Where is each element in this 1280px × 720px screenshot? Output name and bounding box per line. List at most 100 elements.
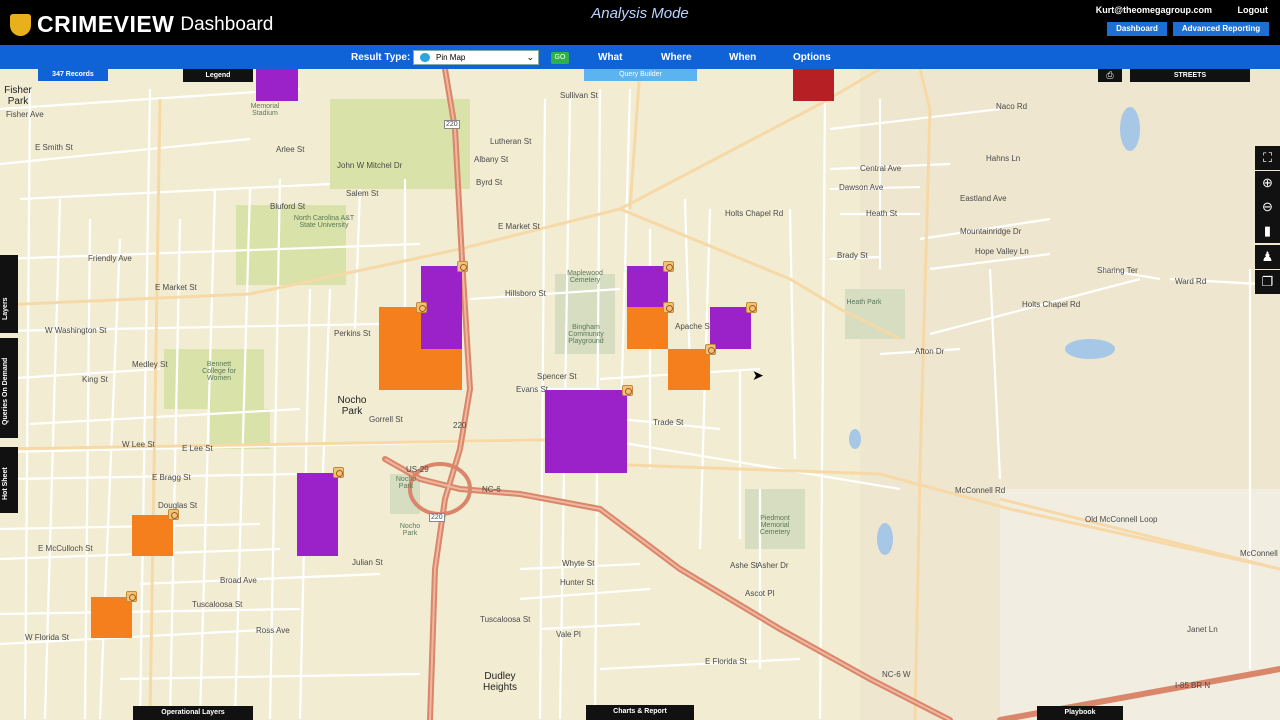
incident-icon[interactable] — [705, 344, 716, 355]
street-label: King St — [82, 375, 108, 384]
incident-cluster[interactable] — [627, 266, 668, 307]
street-label: Holts Chapel Rd — [725, 209, 784, 218]
print-icon[interactable]: ⎙ — [1098, 69, 1122, 82]
street-label: Gorrell St — [369, 415, 403, 424]
zoom-in-icon[interactable]: ⊕ — [1255, 171, 1280, 195]
menu-options[interactable]: Options — [793, 52, 831, 63]
incident-cluster[interactable] — [132, 515, 173, 556]
green-label: Bennett College for Women — [202, 361, 236, 382]
street-label: E Market St — [155, 283, 197, 292]
street-label: Sullivan St — [560, 91, 598, 100]
highway-label: NC-6 — [482, 485, 501, 494]
street-label: John W Mitchel Dr — [337, 161, 403, 170]
incident-icon[interactable] — [663, 302, 674, 313]
street-label: Vale Pl — [556, 630, 581, 639]
green-label: Memorial Stadium — [250, 103, 280, 117]
incident-icon[interactable] — [333, 467, 344, 478]
top-header: CRIMEVIEW Dashboard Analysis Mode Kurt@t… — [0, 0, 1280, 45]
map-canvas[interactable]: Fisher Park Nocho Park Dudley Heights Me… — [0, 69, 1280, 720]
street-label: E McCulloch St — [38, 544, 93, 553]
incident-icon[interactable] — [126, 591, 137, 602]
street-label: Arlee St — [276, 145, 305, 154]
street-label: W Florida St — [25, 633, 70, 642]
incident-icon[interactable] — [622, 385, 633, 396]
menu-where[interactable]: Where — [661, 52, 692, 63]
layers-tab-label: Layers — [2, 297, 9, 320]
incident-cluster[interactable] — [256, 69, 298, 101]
incident-cluster[interactable] — [710, 307, 751, 349]
incident-cluster[interactable] — [793, 69, 834, 101]
hot-sheet-tab[interactable]: Hot Sheet — [0, 447, 18, 513]
street-label: Julian St — [352, 558, 383, 567]
records-count: 347 Records — [38, 69, 108, 81]
incident-icon[interactable] — [457, 261, 468, 272]
green-label: Piedmont Memorial Cemetery — [759, 515, 791, 536]
green-label: North Carolina A&T State University — [293, 215, 355, 229]
green-label: Nocho Park — [399, 523, 421, 537]
advanced-reporting-button[interactable]: Advanced Reporting — [1173, 22, 1269, 36]
person-icon[interactable]: ♟ — [1255, 245, 1280, 269]
incident-cluster[interactable] — [545, 390, 627, 473]
incident-cluster[interactable] — [668, 349, 710, 390]
dashboard-button[interactable]: Dashboard — [1107, 22, 1167, 36]
highway-label: NC-6 W — [882, 670, 911, 679]
incident-cluster[interactable] — [421, 349, 462, 390]
street-label: Old McConnell Loop — [1085, 515, 1158, 524]
street-label: Lutheran St — [490, 137, 532, 146]
incident-icon[interactable] — [416, 302, 427, 313]
street-label: Dawson Ave — [839, 183, 884, 192]
incident-icon[interactable] — [663, 261, 674, 272]
street-label: Hillsboro St — [505, 289, 546, 298]
pin-icon — [420, 53, 430, 62]
dropdown-caret-icon: ⌄ — [526, 52, 534, 62]
query-builder-tab[interactable]: Query Builder — [584, 69, 697, 81]
logout-link[interactable]: Logout — [1238, 5, 1269, 15]
result-type-select[interactable]: Pin Map ⌄ — [413, 50, 539, 65]
map-streets-layer — [0, 69, 1280, 720]
layers-icon[interactable]: ❐ — [1255, 270, 1280, 294]
place-label: Nocho Park — [337, 395, 367, 417]
highway-label: US-29 — [406, 465, 429, 474]
incident-icon[interactable] — [168, 509, 179, 520]
street-label: Evans St — [516, 385, 549, 394]
street-label: Spencer St — [537, 372, 577, 381]
place-label: Fisher Park — [4, 85, 32, 107]
street-label: W Washington St — [45, 326, 107, 335]
street-label: Ward Rd — [1175, 277, 1207, 286]
street-label: Hahns Ln — [986, 154, 1021, 163]
go-button[interactable]: GO — [551, 52, 569, 64]
menu-what[interactable]: What — [598, 52, 622, 63]
incident-cluster[interactable] — [421, 266, 462, 307]
zoom-out-icon[interactable]: ⊖ — [1255, 195, 1280, 219]
street-label: Mountainridge Dr — [960, 227, 1022, 236]
incident-cluster[interactable] — [379, 307, 421, 390]
highway-label: I-85 BR N — [1175, 681, 1211, 690]
street-label: Naco Rd — [996, 102, 1028, 111]
incident-cluster[interactable] — [297, 473, 338, 556]
incident-cluster[interactable] — [91, 597, 132, 638]
street-label: Ashe St — [730, 561, 759, 570]
legend-tab[interactable]: Legend — [183, 69, 253, 82]
fullscreen-icon[interactable]: ⛶ — [1255, 146, 1280, 170]
incident-icon[interactable] — [746, 302, 757, 313]
tool-icon[interactable]: ▮ — [1255, 219, 1280, 243]
incident-cluster[interactable] — [627, 307, 668, 349]
streets-basemap-tab[interactable]: STREETS — [1130, 69, 1250, 82]
street-label: E Florida St — [705, 657, 747, 666]
street-label: E Bragg St — [152, 473, 191, 482]
incident-cluster[interactable] — [421, 307, 462, 349]
street-label: Eastland Ave — [960, 194, 1007, 203]
operational-layers-tab[interactable]: Operational Layers — [133, 706, 253, 720]
layers-tab[interactable]: Layers — [0, 255, 18, 333]
green-label: Nocho Park — [395, 476, 417, 490]
menu-when[interactable]: When — [729, 52, 756, 63]
street-label: McConnell Rd — [955, 486, 1006, 495]
street-label: Sharing Ter — [1097, 266, 1138, 275]
street-label: Trade St — [653, 418, 684, 427]
street-label: Ross Ave — [256, 626, 290, 635]
street-label: Fisher Ave — [6, 110, 44, 119]
playbook-tab[interactable]: Playbook — [1037, 706, 1123, 720]
street-label: Asher Dr — [757, 561, 789, 570]
charts-report-tab[interactable]: Charts & Report — [586, 705, 694, 720]
street-label: Friendly Ave — [88, 254, 132, 263]
